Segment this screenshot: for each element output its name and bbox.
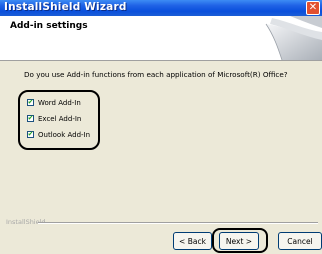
outlook-addin-checkbox[interactable]: ✔ bbox=[27, 131, 34, 138]
addin-options-group: ✔ Word Add-In ✔ Excel Add-In ✔ Outlook A… bbox=[18, 90, 100, 150]
installer-graphic bbox=[265, 16, 322, 60]
question-text: Do you use Add-in functions from each ap… bbox=[24, 70, 288, 79]
outlook-addin-label: Outlook Add-In bbox=[38, 130, 91, 139]
footer-divider bbox=[38, 222, 318, 224]
excel-addin-option[interactable]: ✔ Excel Add-In bbox=[27, 113, 81, 124]
check-icon: ✔ bbox=[27, 98, 34, 106]
next-button[interactable]: Next > bbox=[219, 232, 259, 250]
installer-window: InstallShield Wizard ✕ Add-in settings D… bbox=[0, 0, 322, 254]
outlook-addin-option[interactable]: ✔ Outlook Add-In bbox=[27, 129, 90, 140]
word-addin-checkbox[interactable]: ✔ bbox=[27, 99, 34, 106]
check-icon: ✔ bbox=[27, 114, 34, 122]
check-icon: ✔ bbox=[27, 130, 34, 138]
back-button[interactable]: < Back bbox=[173, 232, 212, 250]
word-addin-label: Word Add-In bbox=[38, 98, 81, 107]
title-bar[interactable]: InstallShield Wizard ✕ bbox=[0, 0, 322, 16]
excel-addin-checkbox[interactable]: ✔ bbox=[27, 115, 34, 122]
window-title: InstallShield Wizard bbox=[4, 1, 127, 13]
close-button[interactable]: ✕ bbox=[306, 1, 320, 15]
cancel-button[interactable]: Cancel bbox=[278, 232, 322, 250]
word-addin-option[interactable]: ✔ Word Add-In bbox=[27, 97, 81, 108]
close-icon: ✕ bbox=[308, 2, 318, 13]
page-title: Add-in settings bbox=[10, 21, 88, 31]
excel-addin-label: Excel Add-In bbox=[38, 114, 82, 123]
header-panel: Add-in settings bbox=[0, 16, 322, 61]
